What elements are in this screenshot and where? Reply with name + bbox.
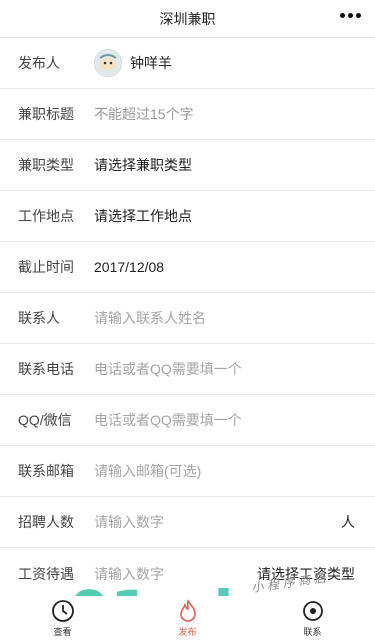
dot-icon — [356, 13, 361, 18]
dot-icon — [340, 13, 345, 18]
clock-icon — [50, 598, 76, 624]
avatar-icon — [96, 51, 120, 75]
title-label: 兼职标题 — [18, 106, 74, 122]
deadline-row[interactable]: 截止时间 2017/12/08 — [0, 242, 375, 293]
location-icon — [300, 598, 326, 624]
email-row[interactable]: 联系邮箱 请输入邮箱(可选) — [0, 446, 375, 497]
title-row[interactable]: 兼职标题 不能超过15个字 — [0, 89, 375, 140]
tab-bar: 查看 发布 联系 — [0, 596, 375, 644]
publisher-info: 钟咩羊 — [94, 49, 172, 77]
deadline-picker[interactable]: 2017/12/08 — [94, 259, 357, 275]
type-picker[interactable]: 请选择兼职类型 — [94, 155, 357, 175]
qq-row[interactable]: QQ/微信 电话或者QQ需要填一个 — [0, 395, 375, 446]
salary-type-picker[interactable]: 请选择工资类型 — [257, 564, 355, 584]
page-title: 深圳兼职 — [159, 10, 216, 27]
qq-input[interactable]: 电话或者QQ需要填一个 — [94, 410, 357, 430]
deadline-label: 截止时间 — [18, 259, 74, 275]
phone-label: 联系电话 — [18, 361, 74, 377]
tab-label-view: 查看 — [53, 627, 72, 637]
location-picker[interactable]: 请选择工作地点 — [94, 206, 357, 226]
navigation-bar: 深圳兼职 — [0, 0, 375, 38]
salary-label: 工资待遇 — [18, 565, 74, 582]
avatar — [94, 49, 122, 77]
contact-label: 联系人 — [18, 310, 60, 326]
tab-contact[interactable]: 联系 — [283, 598, 343, 638]
publisher-row: 发布人 钟咩羊 — [0, 38, 375, 89]
salary-row[interactable]: 工资待遇 请输入数字 请选择工资类型 — [0, 548, 375, 599]
fire-icon — [175, 598, 201, 624]
contact-input[interactable]: 请输入联系人姓名 — [94, 308, 357, 328]
recruits-unit: 人 — [341, 514, 355, 530]
title-input[interactable]: 不能超过15个字 — [94, 104, 357, 124]
location-row[interactable]: 工作地点 请选择工作地点 — [0, 191, 375, 242]
location-label: 工作地点 — [18, 208, 74, 224]
email-label: 联系邮箱 — [18, 463, 74, 479]
dot-icon — [348, 13, 353, 18]
recruits-label: 招聘人数 — [18, 514, 74, 530]
tab-label-contact: 联系 — [303, 627, 322, 637]
recruits-input[interactable]: 请输入数字 — [94, 512, 357, 532]
type-label: 兼职类型 — [18, 157, 74, 173]
tab-label-publish: 发布 — [178, 627, 197, 637]
tab-publish[interactable]: 发布 — [158, 598, 218, 638]
more-options-button[interactable] — [340, 13, 361, 18]
contact-row[interactable]: 联系人 请输入联系人姓名 — [0, 293, 375, 344]
qq-label: QQ/微信 — [18, 412, 72, 428]
publisher-name: 钟咩羊 — [130, 55, 172, 71]
tab-view[interactable]: 查看 — [33, 598, 93, 638]
recruits-row[interactable]: 招聘人数 请输入数字 人 — [0, 497, 375, 548]
phone-row[interactable]: 联系电话 电话或者QQ需要填一个 — [0, 344, 375, 395]
type-row[interactable]: 兼职类型 请选择兼职类型 — [0, 140, 375, 191]
email-input[interactable]: 请输入邮箱(可选) — [94, 461, 357, 481]
phone-input[interactable]: 电话或者QQ需要填一个 — [94, 359, 357, 379]
publisher-label: 发布人 — [18, 55, 60, 71]
job-post-form: 发布人 钟咩羊 兼职标题 不能超过15个字 兼职类型 请选择兼职类型 工作地点 … — [0, 38, 375, 599]
